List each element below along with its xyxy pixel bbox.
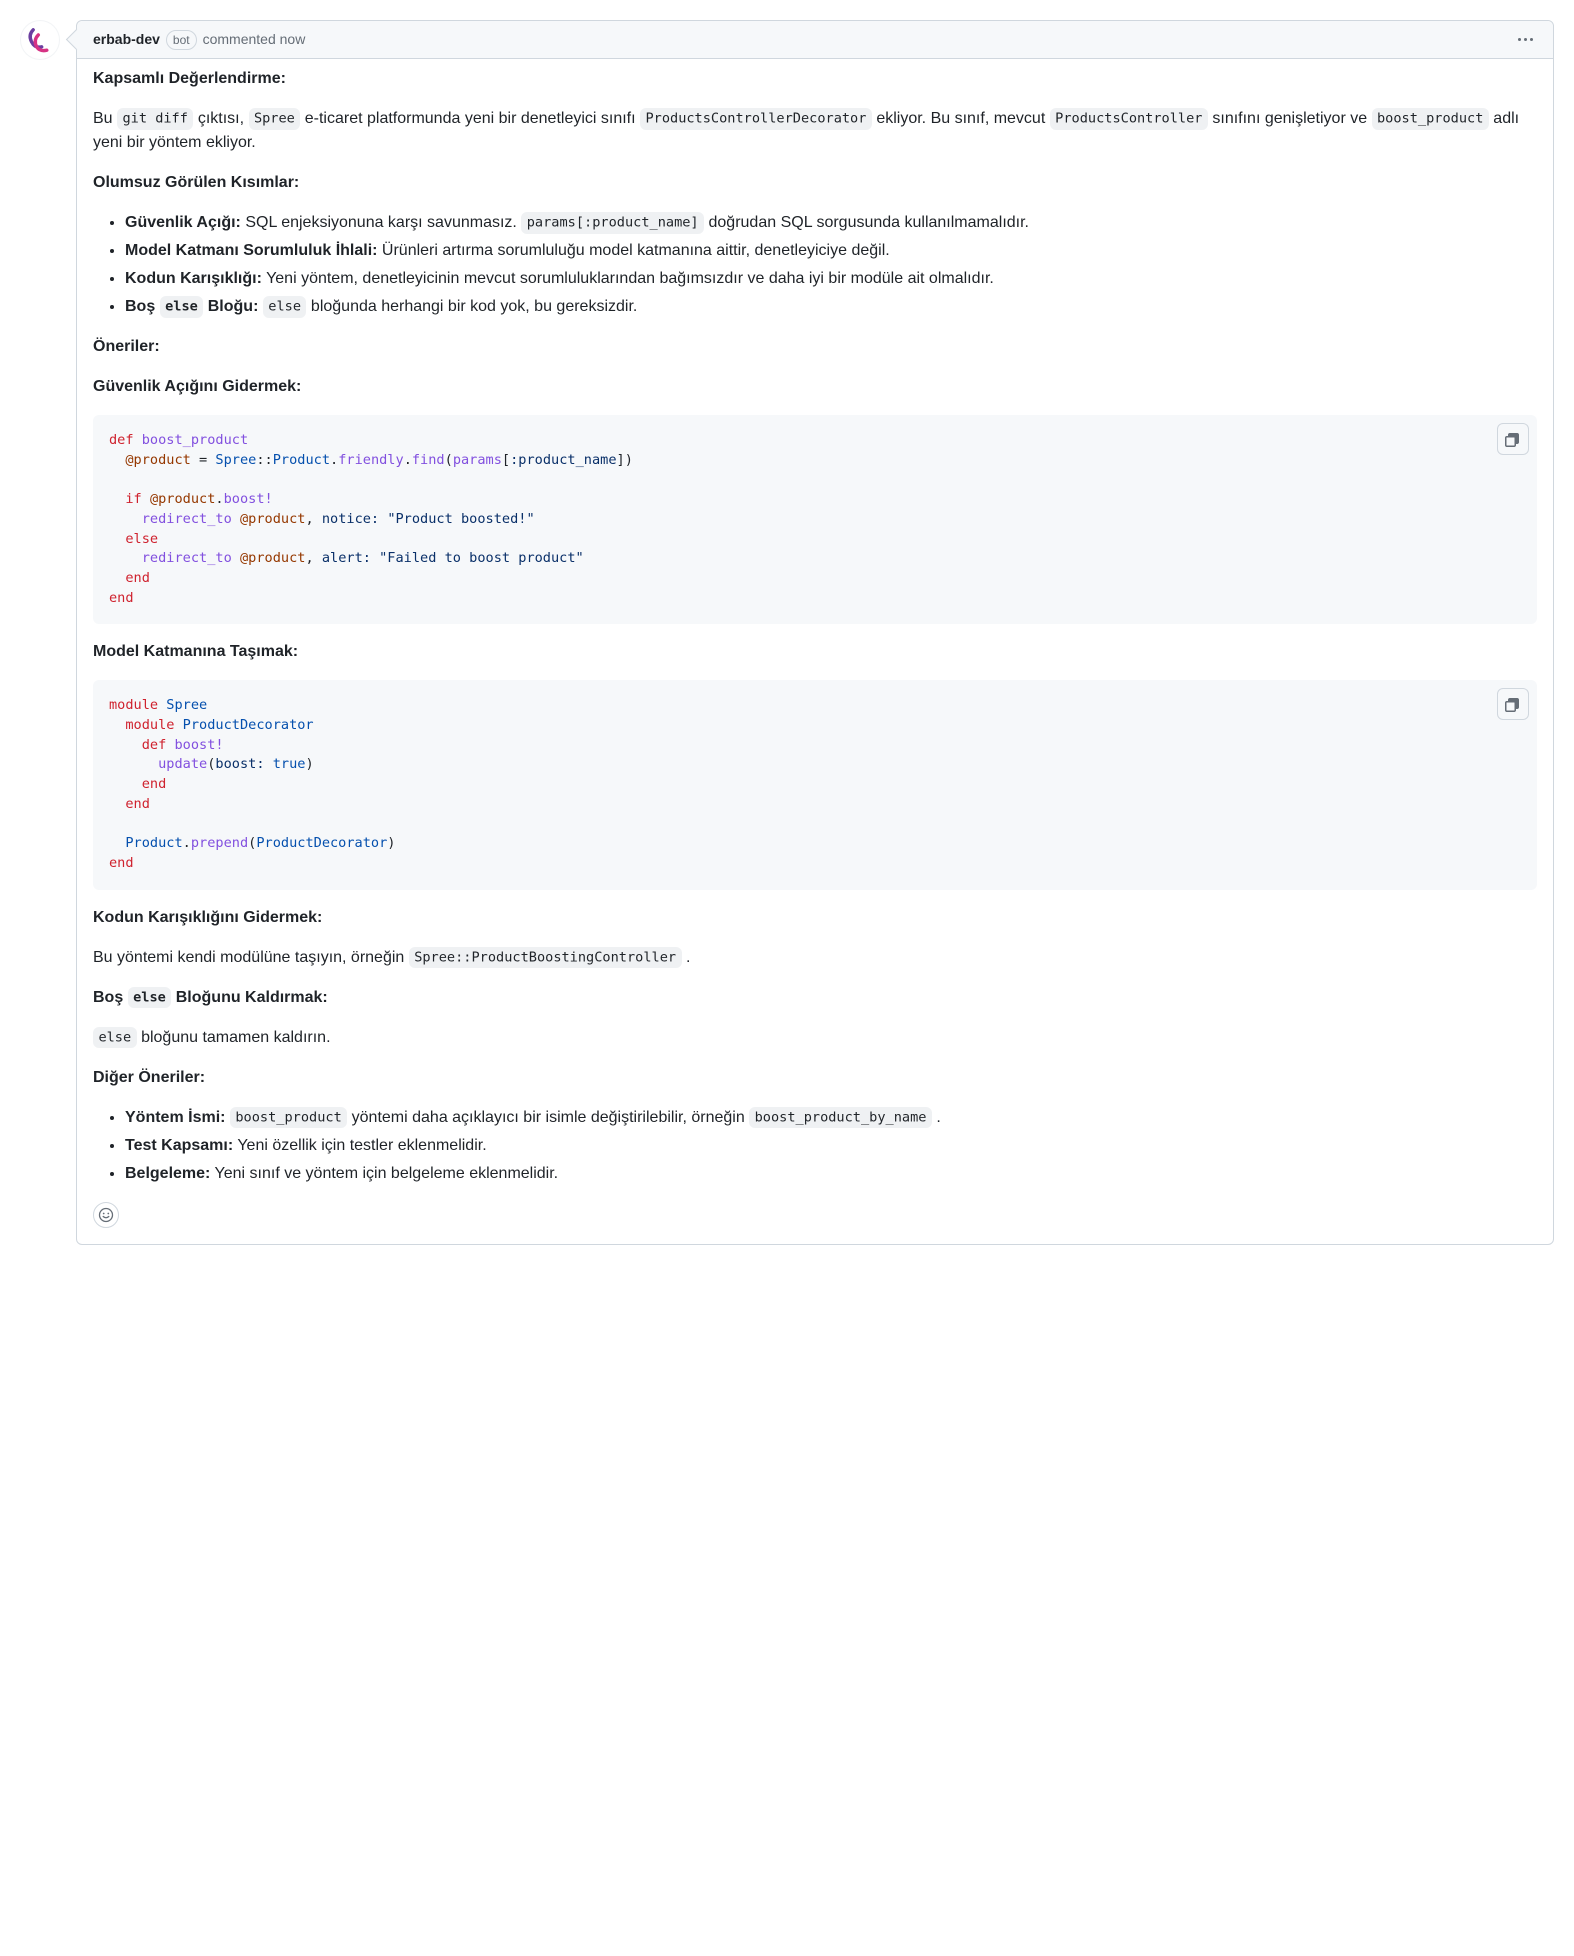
copy-icon	[1505, 431, 1521, 447]
list-item: Kodun Karışıklığı: Yeni yöntem, denetley…	[125, 267, 1537, 291]
list-item: Model Katmanı Sorumluluk İhlali: Ürünler…	[125, 239, 1537, 263]
heading-fix-security: Güvenlik Açığını Gidermek:	[93, 378, 301, 395]
heading-remove-else: Boş else Bloğunu Kaldırmak:	[93, 989, 328, 1006]
smiley-icon	[98, 1207, 114, 1223]
copy-button[interactable]	[1497, 423, 1529, 455]
list-item: Boş else Bloğu: else bloğunda herhangi b…	[125, 295, 1537, 319]
list-item: Belgeleme: Yeni sınıf ve yöntem için bel…	[125, 1162, 1537, 1186]
kebab-icon	[1518, 38, 1533, 41]
comment-author[interactable]: erbab-dev	[93, 29, 160, 50]
list-item: Yöntem İsmi: boost_product yöntemi daha …	[125, 1106, 1537, 1130]
code-controller: ProductsController	[1050, 108, 1208, 129]
avatar[interactable]	[20, 20, 60, 60]
heading-overall: Kapsamlı Değerlendirme:	[93, 70, 286, 87]
comment-box: erbab-dev bot commented now Kapsamlı Değ…	[76, 20, 1554, 1245]
other-suggestions-list: Yöntem İsmi: boost_product yöntemi daha …	[93, 1106, 1537, 1186]
code-decorator: ProductsControllerDecorator	[640, 108, 872, 129]
more-actions-button[interactable]	[1514, 34, 1537, 45]
code-git-diff: git diff	[117, 108, 193, 129]
heading-fix-mess: Kodun Karışıklığını Gidermek:	[93, 909, 322, 926]
copy-button[interactable]	[1497, 688, 1529, 720]
fix-mess-paragraph: Bu yöntemi kendi modülüne taşıyın, örneğ…	[93, 946, 1537, 970]
code-block-model: module Spree module ProductDecorator def…	[93, 680, 1537, 889]
list-item: Güvenlik Açığı: SQL enjeksiyonuna karşı …	[125, 211, 1537, 235]
avatar-icon	[23, 23, 57, 57]
comment-body: Kapsamlı Değerlendirme: Bu git diff çıkt…	[77, 59, 1553, 1244]
add-reaction-button[interactable]	[93, 1202, 119, 1228]
comment-timestamp[interactable]: commented now	[203, 29, 306, 50]
intro-paragraph: Bu git diff çıktısı, Spree e-ticaret pla…	[93, 107, 1537, 155]
bot-badge: bot	[166, 30, 197, 50]
heading-suggestions: Öneriler:	[93, 338, 160, 355]
code-content: module Spree module ProductDecorator def…	[93, 680, 1537, 889]
heading-negatives: Olumsuz Görülen Kısımlar:	[93, 174, 299, 191]
code-spree: Spree	[249, 108, 301, 129]
code-boost-product: boost_product	[1372, 108, 1489, 129]
remove-else-paragraph: else bloğunu tamamen kaldırın.	[93, 1026, 1537, 1050]
code-content: def boost_product @product = Spree::Prod…	[93, 415, 1537, 624]
negatives-list: Güvenlik Açığı: SQL enjeksiyonuna karşı …	[93, 211, 1537, 319]
comment-header: erbab-dev bot commented now	[77, 21, 1553, 59]
copy-icon	[1505, 696, 1521, 712]
heading-move-model: Model Katmanına Taşımak:	[93, 643, 298, 660]
heading-other: Diğer Öneriler:	[93, 1069, 205, 1086]
comment-container: erbab-dev bot commented now Kapsamlı Değ…	[20, 20, 1554, 1245]
list-item: Test Kapsamı: Yeni özellik için testler …	[125, 1134, 1537, 1158]
code-block-security: def boost_product @product = Spree::Prod…	[93, 415, 1537, 624]
